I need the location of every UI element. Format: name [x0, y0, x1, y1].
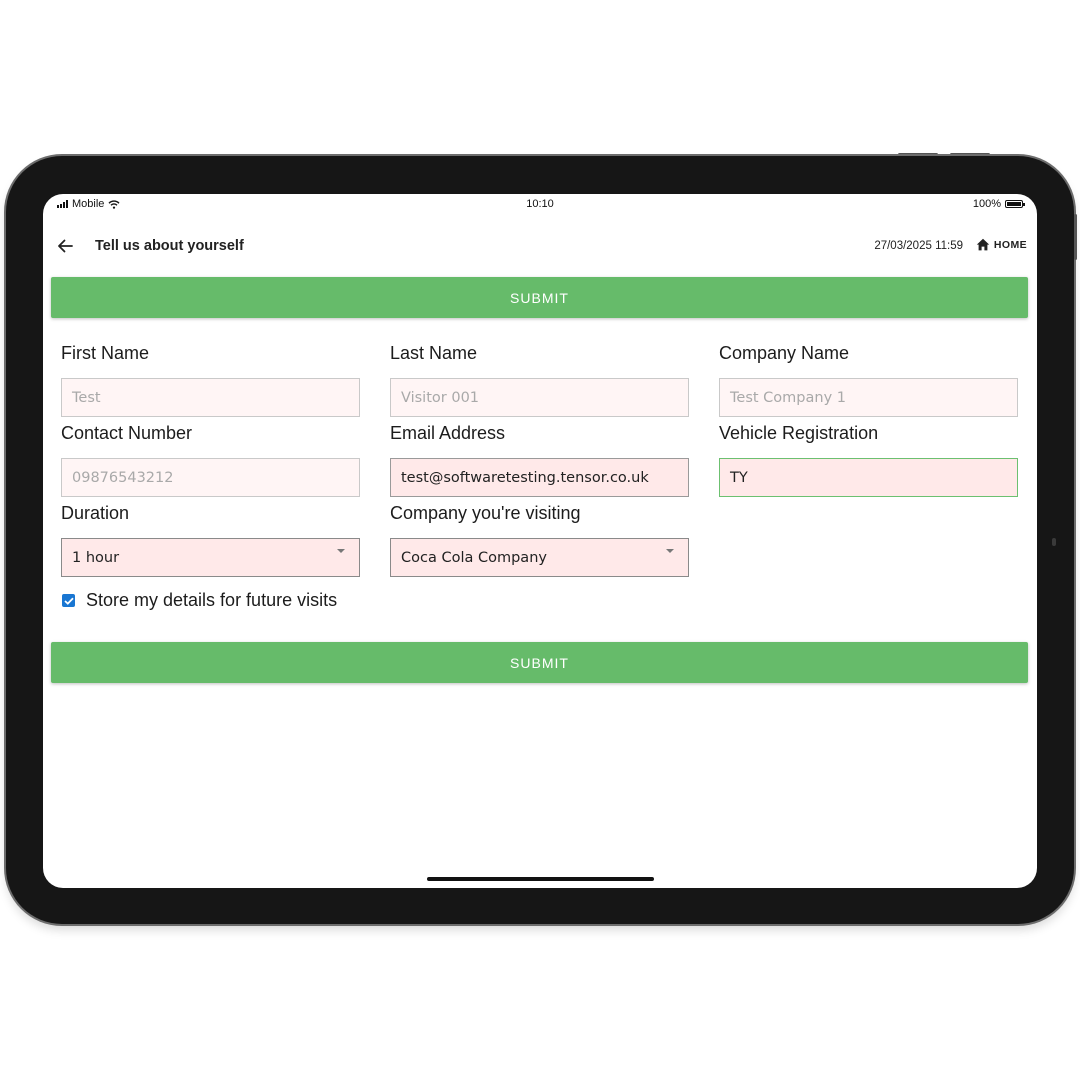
app-screen: Mobile 10:10 100% Tell us about yourself… — [43, 194, 1037, 888]
status-bar: Mobile 10:10 100% — [43, 194, 1037, 214]
home-indicator — [427, 877, 654, 881]
contact-number-field-group: Contact Number 09876543212 — [61, 422, 360, 497]
duration-field-group: Duration 1 hour — [61, 502, 360, 577]
company-visiting-label: Company you're visiting — [390, 503, 581, 523]
last-name-field-group: Last Name Visitor 001 — [390, 342, 689, 417]
vehicle-registration-label: Vehicle Registration — [719, 423, 879, 443]
arrow-left-icon — [58, 239, 73, 253]
store-details-checkbox[interactable] — [62, 594, 75, 607]
back-button[interactable] — [53, 234, 77, 258]
duration-select[interactable]: 1 hour — [61, 538, 360, 577]
checkmark-icon — [63, 597, 74, 605]
home-button[interactable]: HOME — [976, 238, 1027, 251]
power-button — [1074, 214, 1077, 260]
email-label: Email Address — [390, 423, 506, 443]
caret-down-icon — [337, 549, 345, 553]
vehicle-registration-field-group: Vehicle Registration TY — [719, 422, 1018, 497]
company-visiting-select[interactable]: Coca Cola Company — [390, 538, 689, 577]
first-name-field-group: First Name Test — [61, 342, 360, 417]
home-label: HOME — [993, 238, 1027, 251]
contact-number-label: Contact Number — [61, 423, 193, 443]
current-datetime: 27/03/2025 11:59 — [874, 240, 963, 252]
last-name-label: Last Name — [390, 343, 478, 363]
email-input[interactable]: test@softwaretesting.tensor.co.uk — [390, 458, 689, 497]
duration-value: 1 hour — [72, 549, 120, 566]
contact-number-input[interactable]: 09876543212 — [61, 458, 360, 497]
vehicle-registration-input[interactable]: TY — [719, 458, 1018, 497]
first-name-input[interactable]: Test — [61, 378, 360, 417]
company-name-input[interactable]: Test Company 1 — [719, 378, 1018, 417]
first-name-label: First Name — [61, 343, 150, 363]
battery-percent: 100% — [972, 198, 1001, 210]
status-time: 10:10 — [526, 198, 554, 210]
app-bar: Tell us about yourself 27/03/2025 11:59 … — [43, 226, 1037, 266]
store-details-label: Store my details for future visits — [86, 590, 338, 610]
submit-button-top[interactable]: SUBMIT — [51, 277, 1028, 318]
company-visiting-value: Coca Cola Company — [401, 549, 547, 566]
company-name-label: Company Name — [719, 343, 850, 363]
last-name-input[interactable]: Visitor 001 — [390, 378, 689, 417]
battery-icon — [1005, 200, 1025, 208]
page-title: Tell us about yourself — [95, 238, 244, 254]
submit-button-bottom[interactable]: SUBMIT — [51, 642, 1028, 683]
company-visiting-field-group: Company you're visiting Coca Cola Compan… — [390, 502, 689, 577]
company-name-field-group: Company Name Test Company 1 — [719, 342, 1018, 417]
battery-fill — [1007, 202, 1021, 206]
caret-down-icon — [666, 549, 674, 553]
store-details-row: Store my details for future visits — [62, 590, 337, 611]
camera-icon — [1052, 538, 1056, 546]
duration-label: Duration — [61, 503, 130, 523]
home-icon — [976, 238, 990, 251]
email-field-group: Email Address test@softwaretesting.tenso… — [390, 422, 689, 497]
